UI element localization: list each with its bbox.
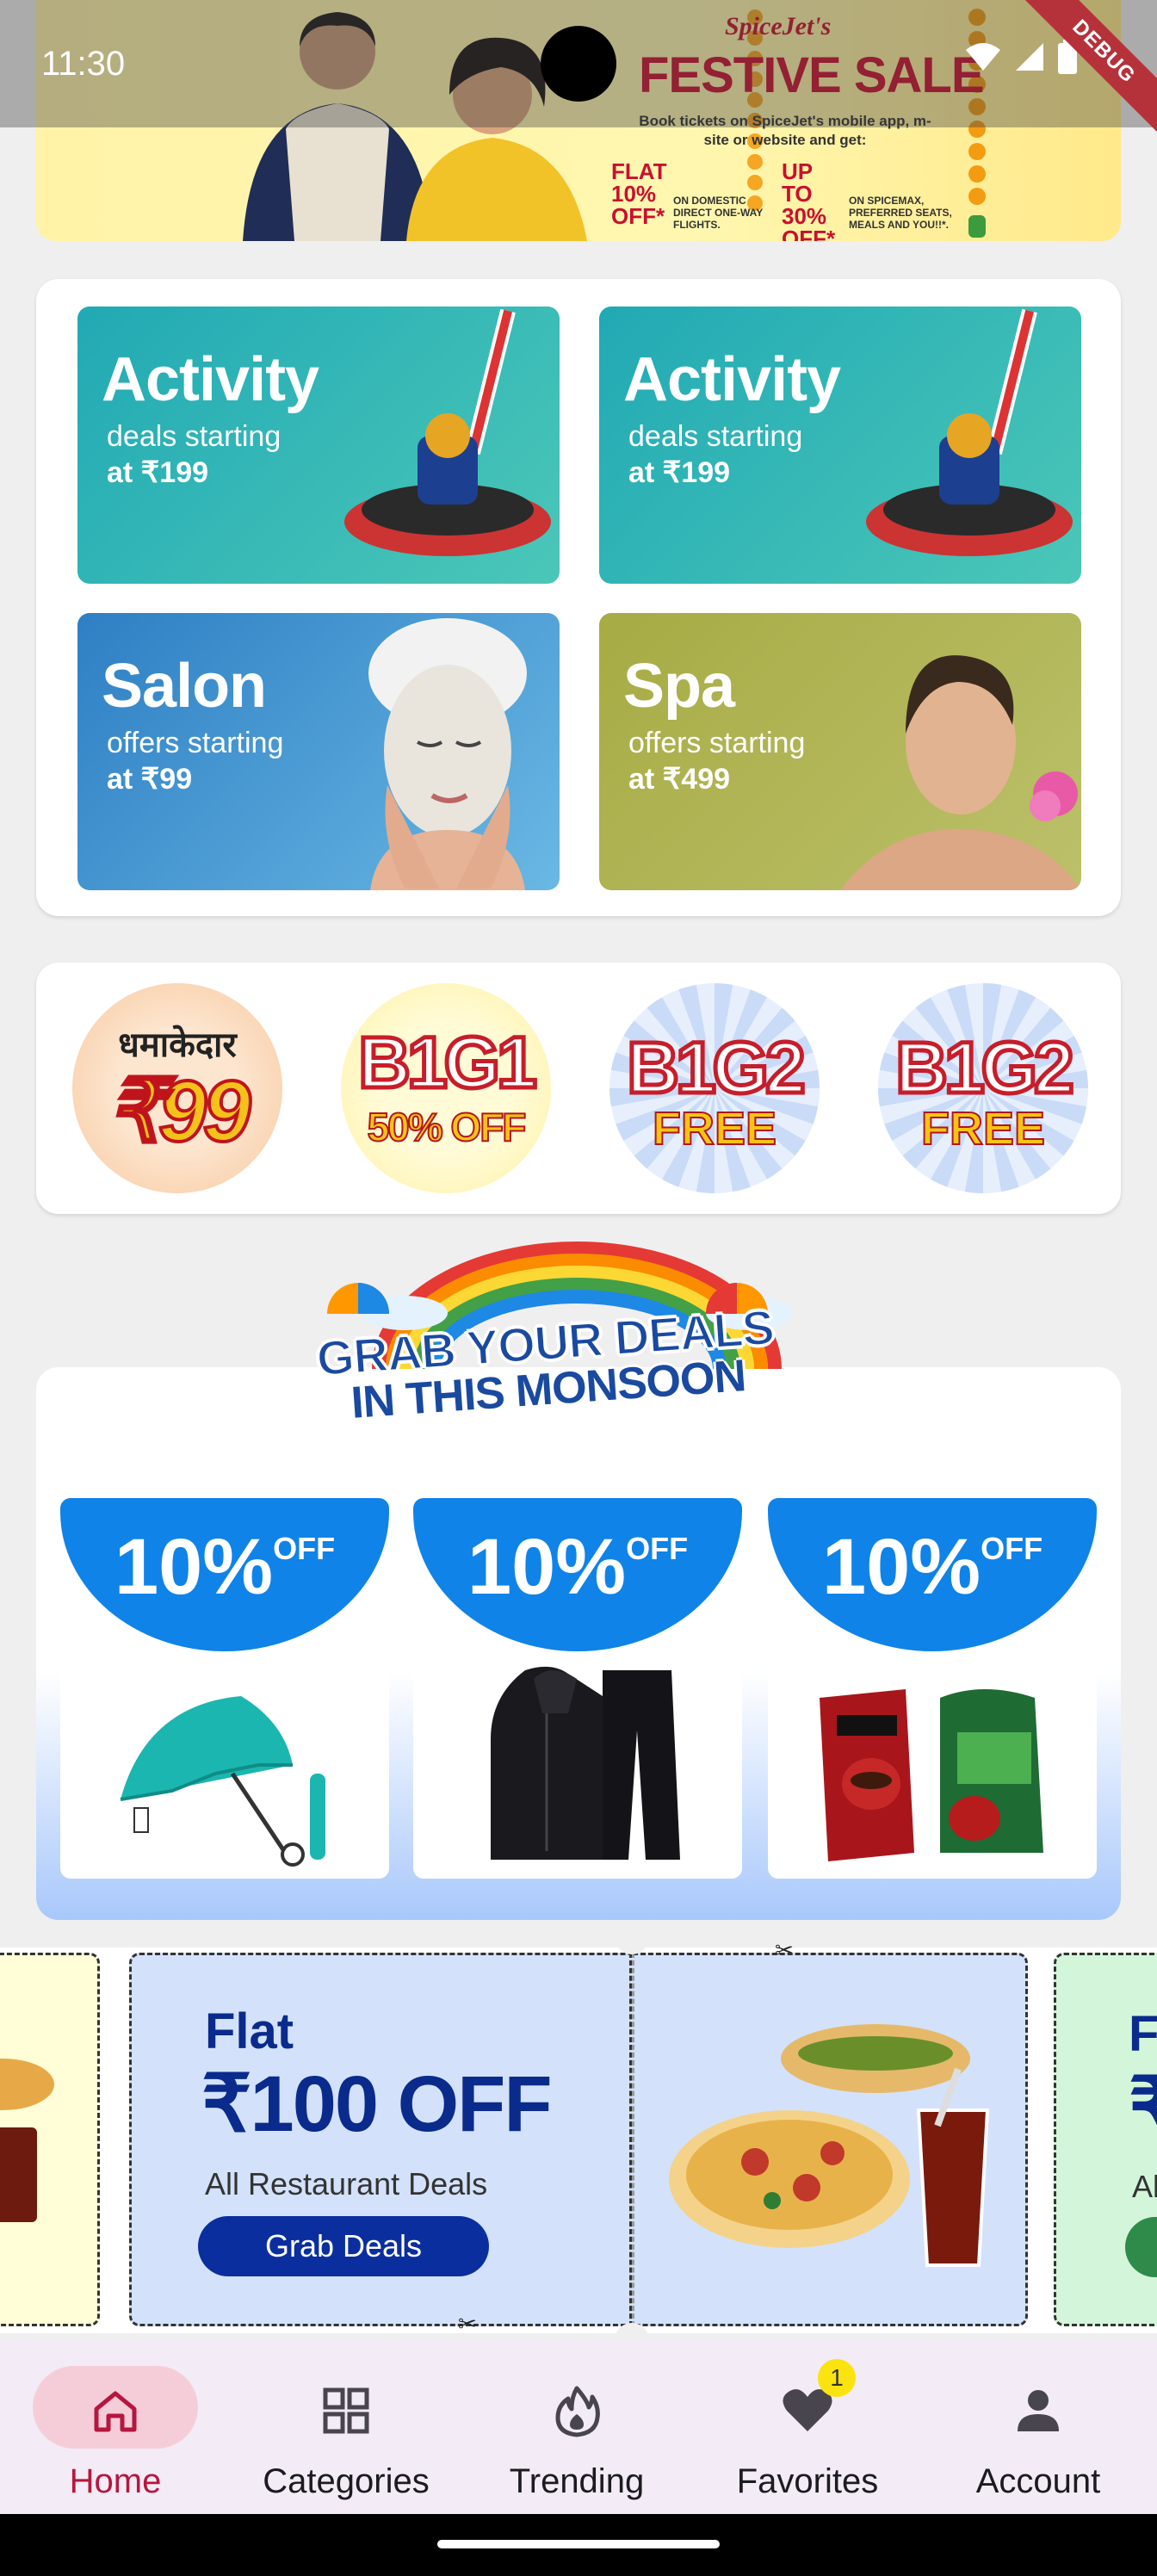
b1g2-offer[interactable]: B1G2 FREE [609,983,820,1193]
wifi-icon [966,43,1000,71]
nav-categories[interactable]: Categories [231,2338,461,2514]
tile-price: at ₹199 [628,456,731,489]
grid-icon [323,2387,369,2434]
offer-circle-main: FREE [652,1102,777,1155]
tile-price: at ₹199 [107,456,209,489]
umbrella-deal-card[interactable]: 10%OFF [60,1498,389,1879]
coupon-right-half[interactable] [632,1953,1028,2326]
tile-line1: offers starting [107,727,284,759]
coupon-next-button[interactable] [1125,2217,1157,2277]
status-time: 11:30 [41,45,126,83]
coffee-pack-icon [820,1689,1043,1861]
tile-subtitle: offers starting at ₹499 [628,725,805,797]
person-icon [1018,2390,1059,2431]
discount-suffix: OFF [626,1531,689,1566]
offer-circle-main: ₹99 [106,1062,253,1161]
umbrella-icon [120,1696,325,1867]
offers-strip-card: धमाकेदार ₹99 B1G1 50% OFF B1G2 FREE B1G2… [36,963,1121,1214]
raincoat-deal-card[interactable]: 10%OFF [413,1498,742,1879]
nav-home[interactable]: Home [0,2338,231,2514]
home-icon [94,2391,137,2432]
services-card: Activity deals starting at ₹199 Activity … [36,279,1121,916]
grab-deals-button[interactable]: Grab Deals [198,2216,489,2276]
salon-tile[interactable]: Salon offers starting at ₹99 [77,613,560,890]
b1g2-offer[interactable]: B1G2 FREE [878,983,1088,1193]
discount-suffix: OFF [981,1531,1043,1566]
app-screen: SpiceJet's FESTIVE SALE Book tickets on … [0,0,1157,2576]
activity-tile[interactable]: Activity deals starting at ₹199 [599,307,1081,584]
raincoat-icon [491,1666,680,1860]
nav-label: Trending [509,2462,645,2500]
tile-line1: offers starting [628,727,806,759]
coffee-deal-card[interactable]: 10%OFF [768,1498,1097,1879]
status-bar: 11:30 DEBUG [0,0,1157,139]
discount-label: 10%OFF [413,1522,742,1613]
home-gesture-handle[interactable] [437,2540,720,2548]
coupon-prev[interactable] [0,1953,100,2326]
face-mask-woman-image [368,618,527,890]
banner-offer2-text: ON SPICEMAX, PREFERRED SEATS, MEALS AND … [849,195,952,231]
discount-label: 10%OFF [768,1522,1097,1613]
tile-subtitle: deals starting at ₹199 [628,418,802,491]
pizza-drink-image [669,2024,990,2267]
scissors-icon: ✂ [775,1937,794,1963]
banner-offer1-value: FLAT 10% OFF* [611,158,667,229]
system-icons [964,40,1078,74]
discount-percent: 10% [114,1523,274,1611]
activity-tile[interactable]: Activity deals starting at ₹199 [77,307,560,584]
favorites-badge: 1 [818,2359,856,2397]
nav-label: Home [69,2462,162,2500]
offer-circle-top: B1G2 [894,1025,1076,1111]
tile-price: at ₹99 [107,763,193,796]
coupon-flat-label: Flat [205,2003,294,2059]
tile-subtitle: offers starting at ₹99 [107,725,283,797]
signal-icon [1016,43,1043,71]
nav-favorites[interactable]: 1 Favorites [692,2338,923,2514]
discount-percent: 10% [467,1523,627,1611]
scissors-icon: ✂ [458,2311,477,2337]
offer-circle-top: B1G2 [625,1025,807,1111]
nav-account[interactable]: Account [923,2338,1154,2514]
flame-icon [555,2386,600,2437]
coupon-amount: ₹100 OFF [201,2060,553,2148]
spa-woman-image [840,655,1081,890]
discount-percent: 10% [821,1523,981,1611]
tile-subtitle: deals starting at ₹199 [107,418,281,491]
coupon-next-amount: ₹ [1129,2063,1157,2151]
nav-label: Account [975,2462,1101,2500]
tile-title: Activity [623,345,841,414]
offer-circle-top: धमाकेदार [118,1026,237,1064]
amusement-ride-image [344,308,551,556]
discount-label: 10%OFF [60,1522,389,1613]
camera-cutout [541,26,616,102]
offer-circle-main: 50% OFF [367,1104,528,1150]
offer-circle-main: FREE [920,1102,1046,1155]
bottom-navigation: Home Categories Trending 1 Favorites Acc… [0,2338,1157,2514]
coupon-next-flat: F [1129,2006,1157,2062]
coupon-next-desc: Al [1132,2169,1157,2204]
coupon-next[interactable]: F ₹ Al [1054,1953,1157,2326]
offer-circle-top: B1G1 [356,1020,539,1105]
tile-title: Salon [102,652,267,721]
dhamakedar-99-offer[interactable]: धमाकेदार ₹99 [72,983,282,1193]
tile-title: Spa [623,652,735,721]
food-image [0,2059,54,2222]
tile-line1: deals starting [628,420,803,453]
nav-trending[interactable]: Trending [461,2338,692,2514]
banner-offer2-value: UP TO 30% OFF* [782,158,836,241]
tile-line1: deals starting [107,420,282,453]
coupon-description: All Restaurant Deals [205,2166,488,2201]
spa-tile[interactable]: Spa offers starting at ₹499 [599,613,1081,890]
tile-price: at ₹499 [628,763,731,796]
tile-title: Activity [102,345,319,414]
ticket-notch [615,1937,649,1954]
discount-suffix: OFF [273,1531,336,1566]
nav-label: Favorites [736,2462,879,2500]
amusement-ride-image [866,308,1073,556]
nav-label: Categories [263,2462,430,2500]
b1g1-offer[interactable]: B1G1 50% OFF [341,983,551,1193]
umbrella-decoration-icon [327,1283,389,1314]
banner-offer1-text: ON DOMESTIC DIRECT ONE-WAY FLIGHTS. [673,195,764,231]
ticket-notch [615,2323,649,2340]
